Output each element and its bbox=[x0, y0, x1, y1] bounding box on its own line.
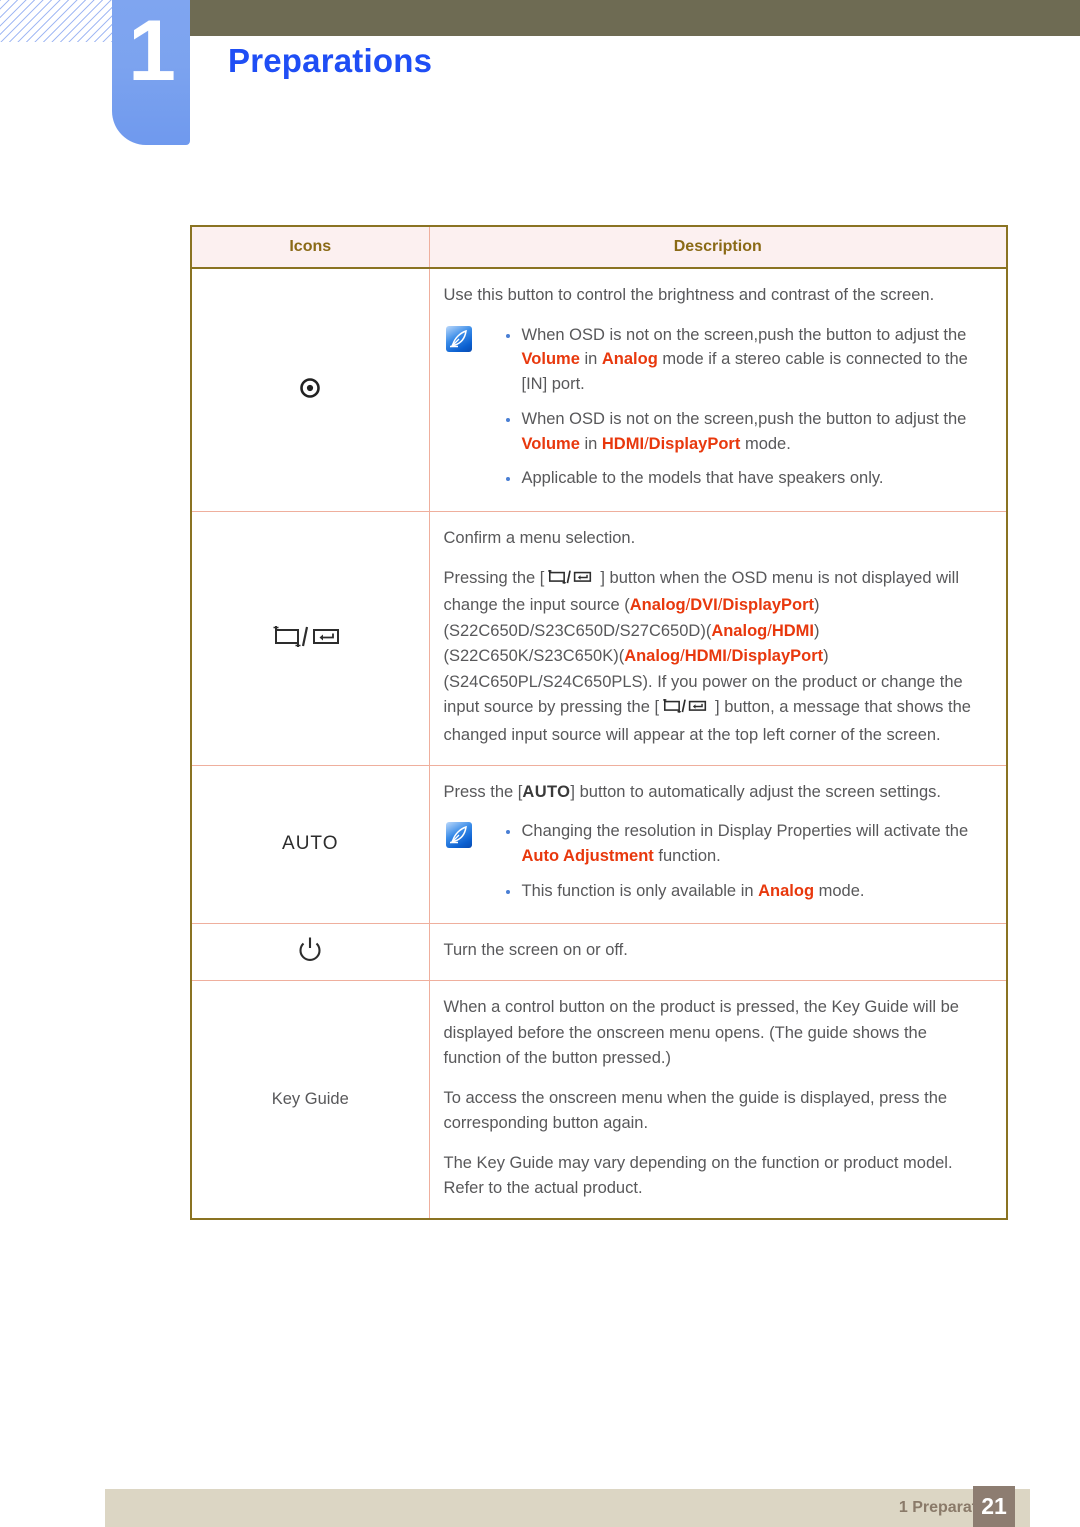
icon-cell-key-guide: Key Guide bbox=[191, 979, 430, 1219]
table-row: Confirm a menu selection. Pressing the [… bbox=[191, 511, 1007, 766]
bullet-text-part: in bbox=[579, 350, 602, 369]
auto-keycap: AUTO bbox=[522, 782, 571, 801]
bullet-text-part: When OSD is not on the screen,push the b… bbox=[521, 325, 967, 344]
highlight-volume: Volume bbox=[521, 434, 580, 453]
key-guide-label: Key Guide bbox=[271, 1090, 349, 1109]
column-header-description: Description bbox=[429, 226, 1007, 269]
footer-page-number: 21 bbox=[973, 1486, 1015, 1527]
chapter-number-tab: 1 bbox=[112, 0, 190, 145]
paragraph-input-source: Pressing the [] button when the OSD menu… bbox=[444, 566, 985, 749]
document-page: 1 Preparations Icons Description Use thi… bbox=[0, 0, 1080, 1527]
paragraph: The Key Guide may vary depending on the … bbox=[443, 1153, 953, 1198]
list-item: Applicable to the models that have speak… bbox=[505, 466, 985, 491]
bullet-text-part: mode. bbox=[814, 881, 865, 900]
bullet-text-part: mode. bbox=[740, 434, 791, 453]
paragraph: Confirm a menu selection. bbox=[443, 529, 636, 548]
note-bullet-list: When OSD is not on the screen,push the b… bbox=[472, 323, 985, 492]
auto-icon: AUTO bbox=[282, 833, 339, 855]
hatch-decoration bbox=[0, 0, 112, 42]
text-part: ] button to automatically adjust the scr… bbox=[570, 782, 941, 801]
table-row: Use this button to control the brightnes… bbox=[191, 268, 1007, 512]
page-title: Preparations bbox=[228, 42, 433, 79]
list-item: This function is only available in Analo… bbox=[505, 879, 985, 904]
highlight-auto-adjustment: Auto Adjustment bbox=[521, 846, 654, 865]
highlight-displayport: DisplayPort bbox=[731, 647, 824, 666]
list-item: Changing the resolution in Display Prope… bbox=[505, 819, 985, 869]
highlight-analog: Analog bbox=[711, 621, 768, 640]
highlight-hdmi: HDMI bbox=[684, 647, 727, 666]
table-row: Turn the screen on or off. bbox=[191, 923, 1007, 981]
description-cell-key-guide: When a control button on the product is … bbox=[429, 979, 1007, 1219]
icon-cell-menu-enter bbox=[191, 511, 430, 766]
note-block: Changing the resolution in Display Prope… bbox=[444, 819, 985, 903]
note-quill-icon bbox=[445, 325, 472, 352]
highlight-hdmi: HDMI bbox=[771, 621, 814, 640]
icon-cell-brightness bbox=[191, 268, 430, 512]
list-item: When OSD is not on the screen,push the b… bbox=[505, 407, 985, 457]
highlight-analog: Analog bbox=[758, 881, 815, 900]
footer-bar bbox=[105, 1489, 1030, 1527]
menu-enter-inline-icon bbox=[544, 568, 600, 594]
highlight-dvi: DVI bbox=[690, 596, 718, 615]
note-block: When OSD is not on the screen,push the b… bbox=[444, 323, 985, 492]
highlight-displayport: DisplayPort bbox=[648, 434, 741, 453]
bullet-text-part: function. bbox=[653, 846, 721, 865]
description-cell-auto: Press the [AUTO] button to automatically… bbox=[429, 764, 1007, 924]
header-olive-bar bbox=[190, 0, 1080, 36]
table-header: Icons Description bbox=[191, 226, 1007, 269]
note-bullet-list: Changing the resolution in Display Prope… bbox=[472, 819, 985, 903]
description-cell-menu-enter: Confirm a menu selection. Pressing the [… bbox=[429, 511, 1007, 766]
highlight-analog: Analog bbox=[629, 596, 686, 615]
menu-enter-inline-icon bbox=[659, 697, 715, 723]
bullet-text-part: Changing the resolution in Display Prope… bbox=[521, 822, 969, 841]
button-description-table: Icons Description Use this button to con… bbox=[190, 225, 1008, 1220]
highlight-volume: Volume bbox=[521, 350, 580, 369]
text-part: Press the [ bbox=[443, 782, 523, 801]
list-item: When OSD is not on the screen,push the b… bbox=[505, 323, 985, 397]
chapter-number: 1 bbox=[128, 3, 176, 99]
paragraph-auto: Press the [AUTO] button to automatically… bbox=[444, 780, 985, 806]
icon-cell-power bbox=[191, 923, 430, 981]
paragraph: Use this button to control the brightnes… bbox=[443, 286, 935, 304]
bullet-text-part: When OSD is not on the screen,push the b… bbox=[521, 409, 967, 428]
bullet-text-part: Applicable to the models that have speak… bbox=[521, 469, 884, 488]
power-icon bbox=[297, 937, 323, 968]
table-row: Key Guide When a control button on the p… bbox=[191, 979, 1007, 1219]
table-body: Use this button to control the brightnes… bbox=[191, 268, 1007, 1219]
table-header-row: Icons Description bbox=[191, 226, 1007, 269]
description-cell-power: Turn the screen on or off. bbox=[429, 923, 1007, 981]
column-header-icons: Icons bbox=[191, 226, 430, 269]
highlight-analog: Analog bbox=[601, 350, 658, 369]
icon-cell-auto: AUTO bbox=[191, 764, 430, 924]
paragraph: When a control button on the product is … bbox=[443, 997, 959, 1068]
bullet-text-part: This function is only available in bbox=[521, 881, 759, 900]
highlight-displayport: DisplayPort bbox=[722, 596, 815, 615]
paragraph: To access the onscreen menu when the gui… bbox=[443, 1088, 948, 1133]
table-row: AUTO Press the [AUTO] button to automati… bbox=[191, 764, 1007, 924]
note-quill-icon bbox=[445, 822, 472, 849]
text-part: Pressing the [ bbox=[443, 568, 545, 587]
menu-enter-icon bbox=[273, 623, 347, 654]
paragraph: Turn the screen on or off. bbox=[443, 941, 628, 960]
highlight-analog: Analog bbox=[624, 647, 681, 666]
brightness-contrast-icon bbox=[297, 377, 323, 405]
highlight-hdmi: HDMI bbox=[601, 434, 645, 453]
bullet-text-part: in bbox=[579, 434, 602, 453]
description-cell-brightness: Use this button to control the brightnes… bbox=[429, 268, 1007, 512]
